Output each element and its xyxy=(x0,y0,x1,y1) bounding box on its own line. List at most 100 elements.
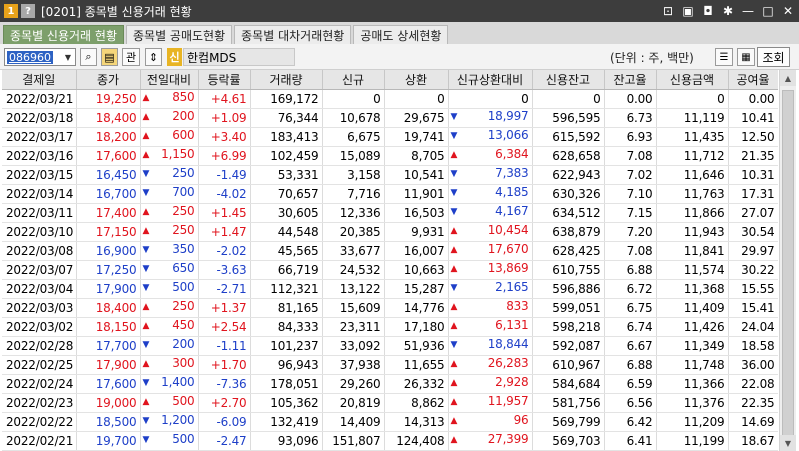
scroll-up-icon[interactable]: ▲ xyxy=(780,70,796,86)
table-row[interactable]: 2022/03/07 17,250 ▼ 650 -3.63 66,719 24,532 10,… xyxy=(2,260,778,280)
table-row[interactable]: 2022/02/23 19,000 ▲ 500 +2.70 105,362 20,819 8,… xyxy=(2,393,778,413)
col-header-repay[interactable]: 상환 xyxy=(384,70,449,90)
kwan-button[interactable]: 관 xyxy=(122,48,140,66)
table-row[interactable]: 2022/02/22 18,500 ▼ 1,200 -6.09 132,419 14,409… xyxy=(2,412,778,432)
table-row[interactable]: 2022/03/03 18,400 ▲ 250 +1.37 81,165 15,609 14,… xyxy=(2,298,778,318)
cell-lending-rate: 27.07 xyxy=(728,203,778,223)
col-header-new[interactable]: 신규 xyxy=(322,70,385,90)
col-header-settle-date[interactable]: 결제일 xyxy=(2,70,77,90)
cell-balance-rate: 6.59 xyxy=(604,374,657,394)
cell-net: ▲ 17,670 xyxy=(448,241,533,261)
tab-stock-lending[interactable]: 종목별 대차거래현황 xyxy=(234,25,352,44)
cell-balance-rate: 6.88 xyxy=(604,260,657,280)
up-triangle-icon: ▲ xyxy=(450,302,458,312)
cell-date: 2022/03/15 xyxy=(2,165,77,185)
table-row[interactable]: 2022/02/25 17,900 ▲ 300 +1.70 96,943 37,938 11,… xyxy=(2,355,778,375)
cell-volume: 101,237 xyxy=(250,336,323,356)
minimize-icon[interactable]: — xyxy=(741,4,755,18)
link-icon[interactable]: ⊡ xyxy=(661,4,675,18)
table-row[interactable]: 2022/03/02 18,150 ▲ 450 +2.54 84,333 23,311 17,… xyxy=(2,317,778,337)
scroll-down-icon[interactable]: ▼ xyxy=(780,435,796,451)
cell-repay: 8,705 xyxy=(384,146,449,166)
cell-balance-rate: 6.88 xyxy=(604,355,657,375)
up-triangle-icon: ▲ xyxy=(142,359,150,369)
table-row[interactable]: 2022/02/21 19,700 ▼ 500 -2.47 93,096 151,807 12… xyxy=(2,431,778,451)
table-row[interactable]: 2022/03/15 16,450 ▼ 250 -1.49 53,331 3,158 10,5… xyxy=(2,165,778,185)
cell-close: 16,450 xyxy=(76,165,141,185)
cell-net-value: 4,167 xyxy=(495,204,529,218)
cell-new: 33,677 xyxy=(322,241,385,261)
cell-net-value: 4,185 xyxy=(495,185,529,199)
cell-repay: 14,313 xyxy=(384,412,449,432)
col-header-close[interactable]: 종가 xyxy=(76,70,141,90)
col-header-lending-rate[interactable]: 공여율 xyxy=(728,70,778,90)
cell-rate: -1.11 xyxy=(198,336,251,356)
table-row[interactable]: 2022/03/11 17,400 ▲ 250 +1.45 30,605 12,336 16,… xyxy=(2,203,778,223)
tab-credit-trading[interactable]: 종목별 신용거래 현황 xyxy=(3,25,124,44)
cell-rate: -7.36 xyxy=(198,374,251,394)
grid-view-icon[interactable]: ☰ xyxy=(715,48,733,66)
cell-amount: 11,368 xyxy=(656,279,729,299)
close-icon[interactable]: ✕ xyxy=(781,4,795,18)
maximize-icon[interactable]: □ xyxy=(761,4,775,18)
cell-repay: 26,332 xyxy=(384,374,449,394)
toolbar: 086960 ▼ ⌕ ▤ 관 ⇕ 신 한컴MDS (단위 : 주, 백만) ☰ … xyxy=(0,44,799,70)
cell-net: ▼ 13,066 xyxy=(448,127,533,147)
cell-rate: +4.61 xyxy=(198,89,251,109)
table-row[interactable]: 2022/02/24 17,600 ▼ 1,400 -7.36 178,051 29,260… xyxy=(2,374,778,394)
col-header-change[interactable]: 전일대비 xyxy=(140,70,199,90)
cell-volume: 132,419 xyxy=(250,412,323,432)
col-header-net[interactable]: 신규상환대비 xyxy=(448,70,533,90)
cell-volume: 102,459 xyxy=(250,146,323,166)
chevron-down-icon[interactable]: ▼ xyxy=(61,49,75,65)
folder-icon[interactable]: ▤ xyxy=(101,48,118,66)
table-row[interactable]: 2022/03/21 19,250 ▲ 850 +4.61 169,172 0 0 0 0 0.00… xyxy=(2,89,778,109)
table-row[interactable]: 2022/02/28 17,700 ▼ 200 -1.11 101,237 33,092 51… xyxy=(2,336,778,356)
save-icon[interactable]: ▣ xyxy=(681,4,695,18)
cell-balance-rate: 6.72 xyxy=(604,279,657,299)
up-triangle-icon: ▲ xyxy=(142,150,150,160)
table-row[interactable]: 2022/03/04 17,900 ▼ 500 -2.71 112,321 13,122 15… xyxy=(2,279,778,299)
cell-repay: 8,862 xyxy=(384,393,449,413)
table-row[interactable]: 2022/03/14 16,700 ▼ 700 -4.02 70,657 7,716 11,9… xyxy=(2,184,778,204)
cell-date: 2022/03/04 xyxy=(2,279,77,299)
cell-net: ▼ 4,185 xyxy=(448,184,533,204)
table-row[interactable]: 2022/03/17 18,200 ▲ 600 +3.40 183,413 6,675 19,… xyxy=(2,127,778,147)
cell-repay: 16,007 xyxy=(384,241,449,261)
cell-rate: -6.09 xyxy=(198,412,251,432)
table-row[interactable]: 2022/03/16 17,600 ▲ 1,150 +6.99 102,459 15,089… xyxy=(2,146,778,166)
tab-short-selling-detail[interactable]: 공매도 상세현황 xyxy=(353,25,449,44)
stock-code-input[interactable]: 086960 ▼ xyxy=(4,48,76,66)
cell-lending-rate: 14.69 xyxy=(728,412,778,432)
gear-icon[interactable]: ✱ xyxy=(721,4,735,18)
table-row[interactable]: 2022/03/08 16,900 ▼ 350 -2.02 45,565 33,677 16,… xyxy=(2,241,778,261)
cell-rate: +2.70 xyxy=(198,393,251,413)
col-header-volume[interactable]: 거래량 xyxy=(250,70,323,90)
excel-icon[interactable]: ▦ xyxy=(737,48,755,66)
col-header-balance[interactable]: 신용잔고 xyxy=(532,70,605,90)
table-row[interactable]: 2022/03/10 17,150 ▲ 250 +1.47 44,548 20,385 9,9… xyxy=(2,222,778,242)
cell-repay: 11,901 xyxy=(384,184,449,204)
col-header-rate[interactable]: 등락률 xyxy=(198,70,251,90)
window-number-badge[interactable]: 1 xyxy=(4,4,18,18)
cell-net-value: 833 xyxy=(506,299,529,313)
scrollbar-thumb[interactable] xyxy=(782,90,794,437)
camera-icon[interactable]: ◘ xyxy=(701,4,715,18)
sort-icon[interactable]: ⇕ xyxy=(145,48,162,66)
search-icon[interactable]: ⌕ xyxy=(80,48,97,66)
up-triangle-icon: ▲ xyxy=(450,378,458,388)
cell-net: ▲ 26,283 xyxy=(448,355,533,375)
help-icon[interactable]: ? xyxy=(21,4,35,18)
vertical-scrollbar[interactable]: ▲ ▼ xyxy=(779,70,796,451)
col-header-amount[interactable]: 신용금액 xyxy=(656,70,729,90)
col-header-balance-rate[interactable]: 잔고율 xyxy=(604,70,657,90)
cell-volume: 169,172 xyxy=(250,89,323,109)
cell-balance-rate: 6.41 xyxy=(604,431,657,451)
tab-short-selling[interactable]: 종목별 공매도현황 xyxy=(126,25,233,44)
down-triangle-icon: ▼ xyxy=(450,169,458,179)
cell-net: ▲ 27,399 xyxy=(448,431,533,451)
table-row[interactable]: 2022/03/18 18,400 ▲ 200 +1.09 76,344 10,678 29,… xyxy=(2,108,778,128)
cell-net: ▼ 4,167 xyxy=(448,203,533,223)
query-button[interactable]: 조회 xyxy=(757,47,790,67)
down-triangle-icon: ▼ xyxy=(142,283,150,293)
